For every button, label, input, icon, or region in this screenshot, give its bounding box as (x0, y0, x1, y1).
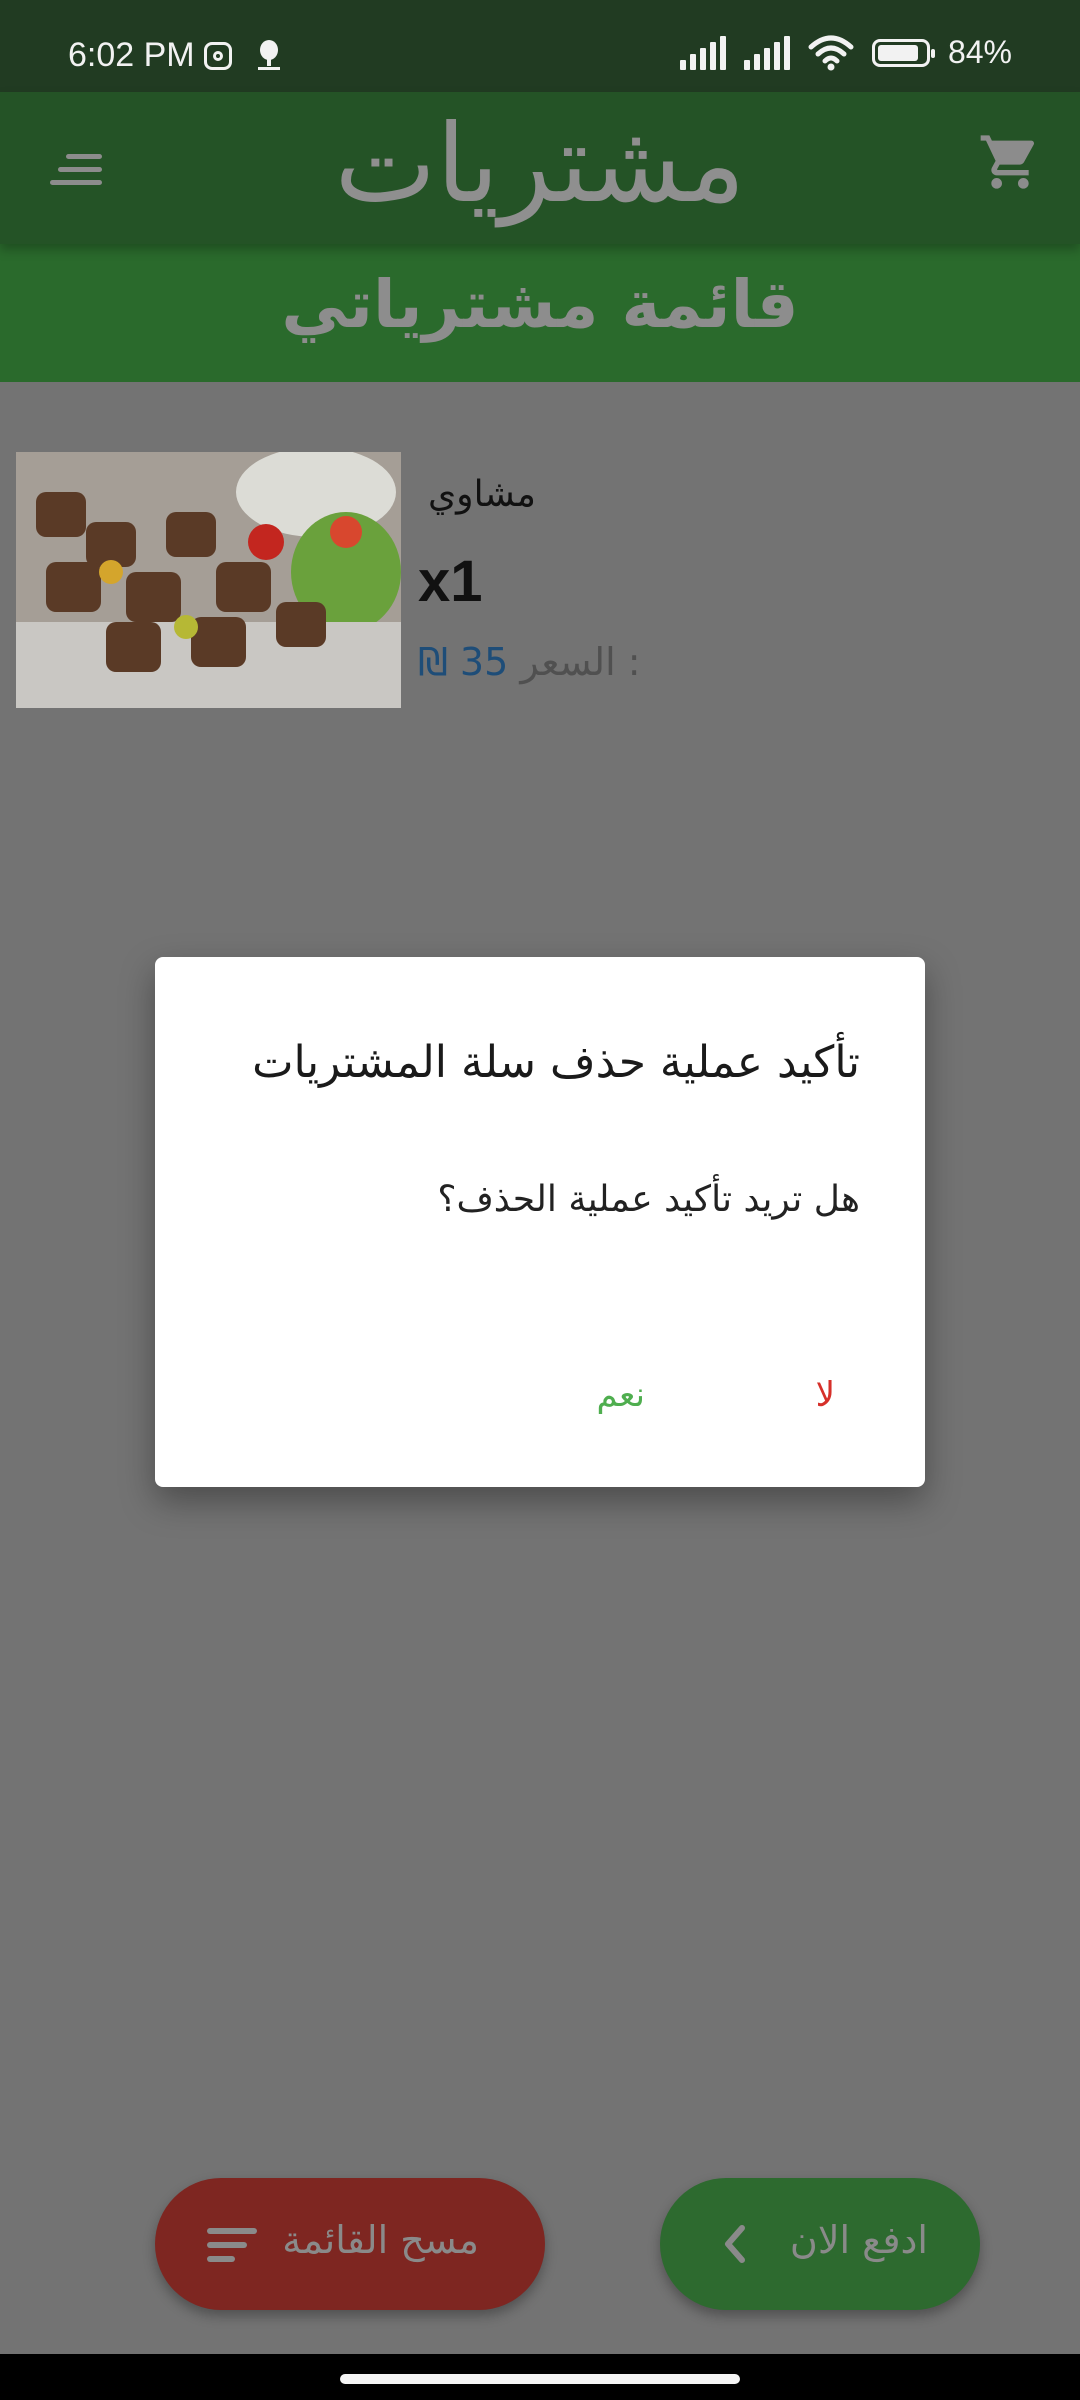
dialog-title: تأكيد عملية حذف سلة المشتريات (252, 1037, 860, 1088)
app-bar: مشتريات (0, 92, 1080, 244)
status-time: 6:02 PM (68, 36, 195, 74)
instagram-icon (204, 42, 232, 70)
status-bar: 6:02 PM 84% (0, 0, 1080, 92)
dialog-no-button[interactable]: لا (816, 1375, 835, 1415)
wifi-icon (808, 35, 854, 70)
signal-icon (743, 35, 790, 70)
subheader: قائمة مشترياتي (0, 244, 1080, 382)
sort-icon (207, 2228, 257, 2262)
app-notification-icon (258, 40, 280, 70)
confirm-delete-dialog: تأكيد عملية حذف سلة المشتريات هل تريد تأ… (155, 957, 925, 1487)
app-title: مشتريات (334, 102, 746, 227)
navigation-bar (0, 2354, 1080, 2400)
signal-icon (679, 35, 726, 70)
pay-now-button[interactable]: ادفع الان (660, 2178, 980, 2310)
battery-icon (871, 38, 935, 67)
pay-now-label: ادفع الان (789, 2218, 928, 2262)
clear-list-label: مسح القائمة (282, 2218, 479, 2262)
food-image (16, 452, 401, 708)
cart-icon[interactable] (978, 130, 1042, 194)
dialog-message: هل تريد تأكيد عملية الحذف؟ (437, 1179, 860, 1220)
dialog-yes-button[interactable]: نعم (597, 1375, 646, 1415)
status-right-icons: 84% (679, 34, 1012, 71)
price-value: 35 (459, 640, 509, 684)
item-price: ₪ 35 السعر : (418, 640, 641, 684)
page-title: قائمة مشترياتي (281, 266, 799, 343)
chevron-left-icon (725, 2225, 745, 2263)
item-quantity: x1 (418, 549, 483, 614)
home-gesture-handle[interactable] (340, 2374, 740, 2384)
price-label: السعر : (520, 640, 641, 684)
clear-list-button[interactable]: مسح القائمة (155, 2178, 545, 2310)
item-name: مشاوي (428, 474, 536, 515)
battery-percent: 84% (947, 34, 1012, 70)
currency-symbol: ₪ (418, 640, 448, 684)
